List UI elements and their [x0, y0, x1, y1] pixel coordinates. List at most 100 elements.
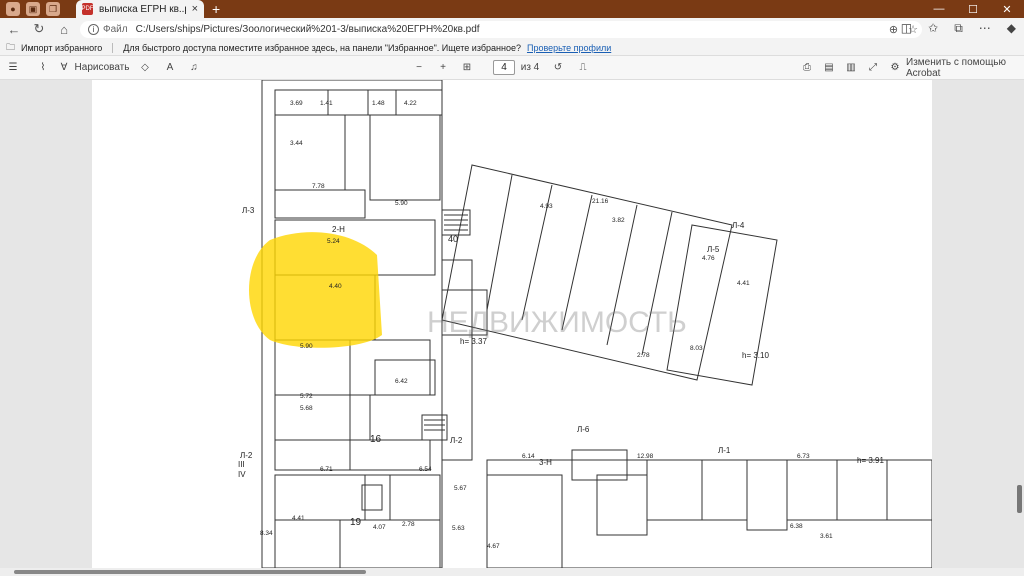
label-19: 19	[350, 517, 362, 528]
tab-pdf[interactable]: PDF выписка ЕГРН кв..pdf ×	[76, 0, 204, 18]
watermark: НЕДВИЖИМОСТЬ	[427, 306, 687, 339]
pdf-viewport[interactable]: НЕДВИЖИМОСТЬ Л-3 2-Н Л-2 Л-2 Л-4 Л-5 Л-6…	[0, 80, 1024, 568]
dim: 21.16	[592, 198, 609, 205]
close-window-button[interactable]: ✕	[990, 0, 1024, 18]
dim: 6.73	[797, 453, 810, 460]
yellow-highlight	[249, 232, 382, 348]
file-label: Файл	[103, 24, 128, 35]
workspaces-icon[interactable]: ▣	[26, 2, 40, 16]
read-aloud-icon[interactable]: ♫	[182, 56, 206, 80]
vertical-scrollbar[interactable]	[1015, 80, 1024, 568]
import-favorites-button[interactable]: Импорт избранного	[21, 43, 102, 53]
collections-icon[interactable]: ⧉	[954, 21, 963, 36]
import-favorites-icon[interactable]: 🗀	[6, 40, 15, 56]
split-icon[interactable]: ◫	[901, 21, 912, 36]
dim: 4.67	[487, 543, 500, 550]
eraser-icon[interactable]: ◇	[132, 56, 158, 80]
dim: 5.24	[327, 238, 340, 245]
info-icon[interactable]: i	[88, 24, 99, 35]
contents-icon[interactable]: ☰	[0, 56, 26, 80]
label-3n: 3-Н	[539, 458, 552, 467]
dim: 5.90	[395, 200, 408, 207]
settings-icon[interactable]: ⚙	[884, 56, 906, 80]
favorites-icon[interactable]: ✩	[928, 21, 938, 36]
refresh-icon[interactable]: ↻	[28, 18, 50, 40]
tabs-icon[interactable]: ❐	[46, 2, 60, 16]
dim: 12.98	[637, 453, 654, 460]
save-as-icon[interactable]: ▥	[840, 56, 862, 80]
favorites-hint: Для быстрого доступа поместите избранное…	[123, 42, 521, 53]
watermark-text: НЕДВИЖИМОСТЬ	[427, 306, 687, 339]
dim: 6.38	[790, 523, 803, 530]
window-controls: — ☐ ✕	[922, 0, 1024, 18]
dim: 8.34	[260, 530, 273, 537]
dim: 5.72	[300, 393, 313, 400]
label-40: 40	[448, 234, 458, 244]
fullscreen-icon[interactable]: ⤢	[862, 56, 884, 80]
dim: 3.61	[820, 533, 833, 540]
address-bar[interactable]: i Файл C:/Users/ships/Pictures/Зоологиче…	[80, 21, 922, 38]
minimize-button[interactable]: —	[922, 0, 956, 18]
check-profiles-link[interactable]: Проверьте профили	[527, 43, 611, 53]
text-icon[interactable]: A	[158, 56, 182, 80]
horizontal-scroll-thumb[interactable]	[14, 570, 366, 574]
page-total: из 4	[520, 62, 540, 73]
profile-icon[interactable]: ●	[6, 2, 20, 16]
print-icon[interactable]: ⎙	[796, 56, 818, 80]
label-2n: 2-Н	[332, 225, 345, 234]
save-icon[interactable]: ▤	[818, 56, 840, 80]
height-3: h= 3.91	[857, 456, 884, 465]
draw-button[interactable]: Нарисовать	[72, 56, 132, 80]
pdf-toolbar: ☰ ⌇ ∀ Нарисовать ◇ A ♫ − + ⊞ 4 из 4 ↺ ⎍ …	[0, 56, 1024, 80]
back-icon[interactable]: ←	[3, 18, 25, 40]
pdf-page: НЕДВИЖИМОСТЬ Л-3 2-Н Л-2 Л-2 Л-4 Л-5 Л-6…	[92, 80, 932, 568]
page-number-input[interactable]: 4	[493, 60, 515, 75]
horizontal-scrollbar[interactable]	[0, 568, 1024, 576]
dim: 4.93	[540, 203, 553, 210]
copilot-icon[interactable]: ◆	[1007, 21, 1016, 36]
dim: 4.40	[329, 283, 342, 290]
height-2: h= 3.10	[742, 351, 769, 360]
zoom-icon[interactable]: ⊕	[889, 23, 898, 36]
dim: 3.82	[612, 217, 625, 224]
dim: 2.78	[402, 521, 415, 528]
dim: 1.41	[320, 100, 333, 107]
rotate-icon[interactable]: ↺	[545, 56, 571, 80]
label-l5: Л-5	[707, 245, 720, 254]
tab-title: выписка ЕГРН кв..pdf	[99, 3, 186, 15]
separator	[112, 42, 114, 53]
pdf-icon: PDF	[82, 3, 94, 15]
dim: 4.76	[702, 255, 715, 262]
fit-page-icon[interactable]: ⊞	[455, 56, 479, 80]
dim: 5.68	[300, 405, 313, 412]
menu-icon[interactable]: ⋯	[979, 21, 991, 36]
dim: 3.69	[290, 100, 303, 107]
tab-close-button[interactable]: ×	[192, 3, 198, 15]
label-IV: IV	[238, 470, 246, 479]
dim: 6.42	[395, 378, 408, 385]
title-bar: ● ▣ ❐ PDF выписка ЕГРН кв..pdf × + — ☐ ✕	[0, 0, 1024, 18]
edit-with-acrobat-button[interactable]: Изменить с помощью Acrobat	[906, 56, 1024, 80]
label-III: III	[238, 460, 245, 469]
page-view-icon[interactable]: ⎍	[571, 56, 595, 80]
label-l2a: Л-2	[450, 436, 463, 445]
label-l1: Л-1	[718, 446, 731, 455]
dim: 5.67	[454, 485, 467, 492]
dim: 5.90	[300, 343, 313, 350]
draw-icon[interactable]: ∀	[56, 56, 72, 80]
dim: 7.78	[312, 183, 325, 190]
favorites-bar: 🗀 Импорт избранного Для быстрого доступа…	[0, 40, 1024, 56]
dim: 3.44	[290, 140, 303, 147]
dim: 1.48	[372, 100, 385, 107]
zoom-out-button[interactable]: −	[407, 56, 431, 80]
vertical-scroll-thumb[interactable]	[1017, 485, 1022, 513]
maximize-button[interactable]: ☐	[956, 0, 990, 18]
dim: 4.07	[373, 524, 386, 531]
zoom-in-button[interactable]: +	[431, 56, 455, 80]
label-l2b: Л-2	[240, 451, 253, 460]
dim: 6.71	[320, 466, 333, 473]
home-icon[interactable]: ⌂	[53, 18, 75, 40]
highlight-icon[interactable]: ⌇	[30, 56, 56, 80]
label-16: 16	[370, 434, 382, 445]
new-tab-button[interactable]: +	[212, 1, 220, 17]
